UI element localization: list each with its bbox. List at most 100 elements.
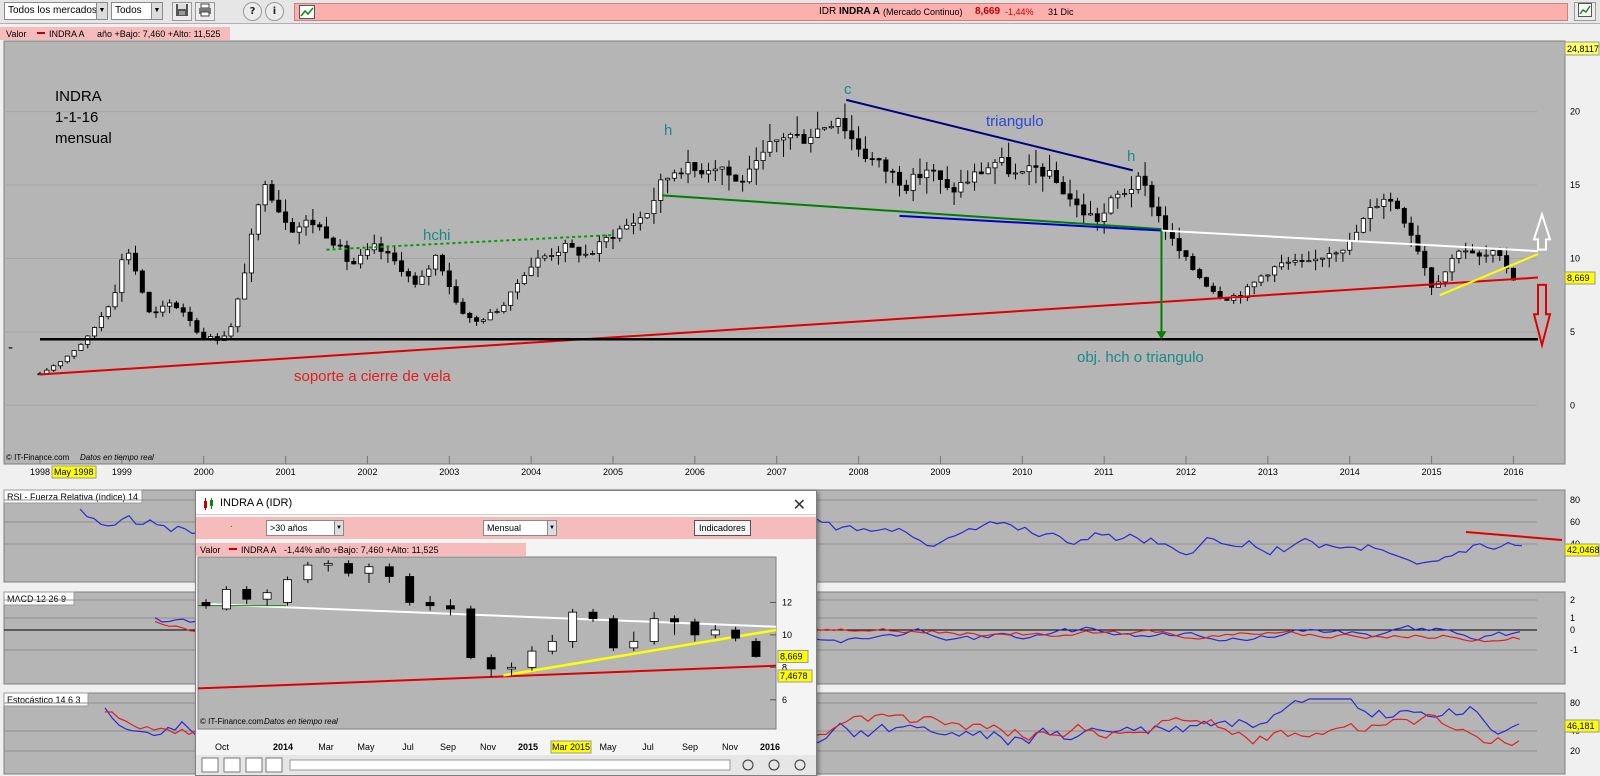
candle-body [1087, 213, 1094, 216]
candle-body [514, 283, 521, 293]
candle-body [1203, 277, 1209, 287]
chevron-down-icon[interactable]: ▼ [96, 3, 107, 19]
candle-body [562, 243, 568, 253]
candle-body [576, 246, 582, 256]
popup-controls-bar: . >30 años ▼ Mensual ▼ Indicadores [196, 517, 816, 539]
candle-body [364, 249, 370, 256]
x-tick-label: 2015 [1422, 467, 1442, 477]
y-tick-label: -1 [1570, 645, 1578, 655]
close-icon[interactable]: ✕ [793, 493, 806, 517]
market-select[interactable]: Todos los mercados ▼ [4, 2, 108, 20]
save-icon[interactable] [172, 2, 192, 21]
popup-x-label: Mar 2015 [552, 742, 590, 752]
candle-body [1319, 257, 1325, 260]
y-tick-label: 60 [1570, 517, 1580, 527]
candle-body [317, 224, 323, 228]
popup-price-chart[interactable]: Valor INDRA A -1,44% año +Bajo: 7,460 +Alt… [196, 543, 816, 755]
candle-body [588, 611, 598, 620]
popup-chart-window[interactable]: INDRA A (IDR) ✕ . >30 años ▼ Mensual ▼ I… [195, 490, 817, 776]
candle-body [501, 304, 507, 312]
candle-body [690, 621, 700, 636]
candle-body [1156, 206, 1162, 217]
candle-body [419, 275, 425, 285]
popup-y-tick-label: 10 [782, 630, 792, 640]
candle-body [547, 640, 557, 652]
candle-body [1094, 213, 1100, 222]
chevron-down-icon[interactable]: ▼ [547, 521, 556, 535]
candle-body [794, 133, 800, 136]
chevron-down-icon[interactable]: ▼ [151, 3, 162, 19]
candle-body [972, 171, 978, 183]
candle-body [801, 134, 807, 144]
zoom-in-icon[interactable] [201, 757, 219, 773]
print-icon[interactable] [195, 2, 215, 21]
period-select[interactable]: >30 años ▼ [266, 520, 344, 536]
candle-body [460, 301, 466, 314]
x-tick-label: 1998 [30, 467, 50, 477]
candle-body [303, 564, 313, 581]
popup-range-label: -1,44% año +Bajo: 7,460 +Alto: 11,525 [284, 545, 438, 555]
candle-body [1476, 252, 1482, 257]
candle-body [425, 602, 435, 607]
zoom-out-icon[interactable] [223, 757, 241, 773]
main-price-chart[interactable]: Valor INDRA A año +Bajo: 7,460 +Alto: 11,5… [0, 27, 1600, 484]
popup-x-label: Mar [318, 742, 334, 752]
candle-body [78, 343, 84, 351]
popup-title-bar[interactable]: INDRA A (IDR) ✕ [196, 491, 816, 515]
cursor-date: May 1998 [54, 467, 94, 477]
top-toolbar: Todos los mercados ▼ Todos ▼ ? i IDR IND… [0, 0, 1600, 24]
candle-body [405, 271, 411, 277]
candle-body [71, 350, 77, 357]
candle-body [466, 608, 476, 659]
candle-body [439, 254, 445, 272]
candle-body [699, 170, 705, 175]
candle-body [201, 331, 207, 340]
candle-body [712, 168, 718, 172]
rsi-value-tag: 42,0468 [1567, 545, 1600, 555]
popup-y-tick-label: 12 [782, 597, 792, 607]
candle-body [1394, 200, 1400, 209]
candle-body [119, 259, 125, 294]
candle-body [194, 320, 200, 333]
candle-body [1258, 275, 1264, 283]
candle-body [64, 355, 70, 363]
chart-settings-icon[interactable] [1574, 2, 1596, 21]
y-tick-label: 80 [1570, 698, 1580, 708]
indicators-button[interactable]: Indicadores [694, 520, 751, 536]
candle-body [931, 169, 937, 172]
x-tick-label: 2000 [194, 467, 214, 477]
candle-body [1278, 262, 1285, 268]
candle-body [180, 307, 186, 313]
y-tick-label: 0 [1570, 625, 1575, 635]
popup-low-tag: 7,4678 [780, 671, 808, 681]
candle-body [1422, 250, 1428, 269]
interval-select[interactable]: Mensual ▼ [483, 520, 557, 536]
candle-body [609, 618, 618, 649]
chevron-down-icon[interactable]: ▼ [334, 521, 343, 535]
type-select[interactable]: Todos ▼ [111, 2, 163, 20]
candle-body [507, 666, 516, 670]
candle-body [1128, 189, 1134, 195]
chart-add-icon[interactable] [299, 5, 315, 25]
annotation-support: soporte a cierre de vela [294, 368, 451, 385]
annotation-h-right: h [1127, 148, 1135, 165]
candle-body [710, 629, 720, 636]
candle-body [603, 237, 609, 243]
candle-body [751, 640, 761, 657]
candle-body [849, 130, 855, 140]
popup-scrollbar [289, 759, 731, 771]
candle-body [651, 200, 657, 215]
info-icon[interactable]: i [265, 2, 284, 21]
help-icon[interactable]: ? [243, 2, 262, 21]
candle-body [569, 243, 575, 248]
candle-body [242, 272, 248, 300]
candle-body [453, 286, 459, 303]
candle-body [1142, 175, 1148, 186]
scroll-left-icon[interactable] [245, 757, 263, 773]
candle-body [139, 270, 145, 293]
candle-body [1408, 222, 1414, 236]
candle-body [787, 133, 793, 139]
candle-body [1463, 250, 1469, 253]
main-credit-italic: Datos en tiempo real [80, 453, 154, 462]
scroll-right-icon[interactable] [265, 757, 283, 773]
